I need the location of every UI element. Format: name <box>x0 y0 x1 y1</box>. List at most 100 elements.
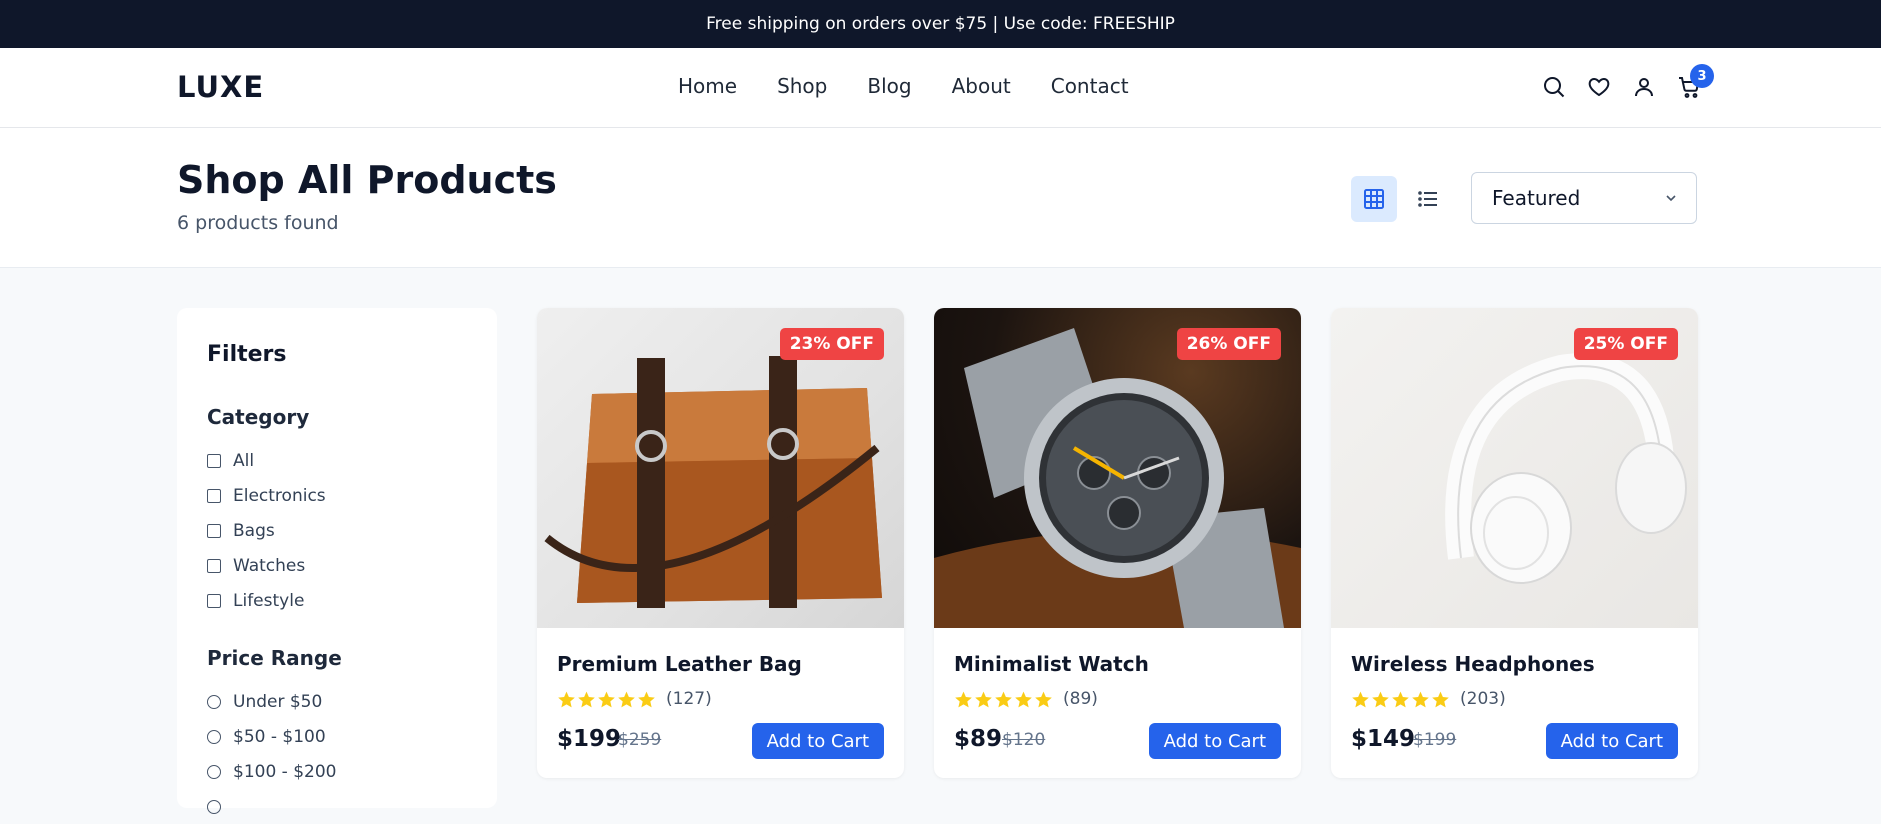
grid-view-button[interactable] <box>1351 176 1397 222</box>
category-option-lifestyle[interactable]: Lifestyle <box>207 583 467 618</box>
product-image[interactable]: 25% OFF <box>1331 308 1698 628</box>
review-count: (203) <box>1460 689 1506 709</box>
category-option-bags[interactable]: Bags <box>207 513 467 548</box>
original-price: $199 <box>1413 730 1457 750</box>
product-rating: (127) <box>557 689 712 709</box>
price-option-100-200[interactable]: $100 - $200 <box>207 754 467 789</box>
star-icon <box>955 691 972 707</box>
filters-sidebar: Filters Category All Electronics Bags Wa… <box>177 308 497 814</box>
discount-badge: 23% OFF <box>779 328 884 360</box>
review-count: (127) <box>666 689 712 709</box>
nav-link-home[interactable]: Home <box>678 74 737 98</box>
nav-link-about[interactable]: About <box>952 74 1011 98</box>
filters-title: Filters <box>207 342 287 367</box>
star-icon <box>1432 691 1449 707</box>
nav-link-shop[interactable]: Shop <box>777 74 827 98</box>
price-label: $100 - $200 <box>233 761 337 782</box>
star-icon <box>578 691 595 707</box>
cart-icon[interactable]: 3 <box>1676 64 1714 100</box>
category-label: All <box>233 450 255 471</box>
list-view-button[interactable] <box>1405 176 1451 222</box>
product-image[interactable]: 23% OFF <box>537 308 904 628</box>
logo[interactable]: LUXE <box>177 70 264 104</box>
product-card[interactable]: 23% OFF Premium Leather Bag (127) $199 $… <box>537 308 904 778</box>
search-icon[interactable] <box>1541 74 1567 100</box>
star-icon <box>975 691 992 707</box>
star-icon <box>1372 691 1389 707</box>
nav-links: Home Shop Blog About Contact <box>678 74 1129 98</box>
add-to-cart-button[interactable]: Add to Cart <box>1148 723 1281 759</box>
discount-badge: 25% OFF <box>1573 328 1678 360</box>
category-option-all[interactable]: All <box>207 443 467 478</box>
checkbox[interactable] <box>207 453 221 468</box>
checkbox[interactable] <box>207 593 221 608</box>
grid-icon <box>1364 189 1384 209</box>
category-label: Bags <box>233 520 275 541</box>
radio[interactable] <box>207 799 221 814</box>
star-icon <box>1035 691 1052 707</box>
star-icon <box>995 691 1012 707</box>
list-icon <box>1418 191 1437 207</box>
chevron-down-icon <box>1666 195 1676 202</box>
price-range-heading: Price Range <box>207 646 342 670</box>
radio[interactable] <box>207 729 221 744</box>
category-option-watches[interactable]: Watches <box>207 548 467 583</box>
product-price: $149 <box>1351 726 1416 752</box>
cart-count-badge: 3 <box>1690 64 1714 88</box>
price-option-under-50[interactable]: Under $50 <box>207 684 467 719</box>
category-option-electronics[interactable]: Electronics <box>207 478 467 513</box>
category-label: Watches <box>233 555 306 576</box>
star-rating <box>1351 690 1450 709</box>
sort-select[interactable]: Featured <box>1471 172 1697 224</box>
product-price: $199 <box>557 726 622 752</box>
product-name[interactable]: Premium Leather Bag <box>557 652 802 676</box>
add-to-cart-button[interactable]: Add to Cart <box>1545 723 1678 759</box>
product-card[interactable]: 25% OFF Wireless Headphones (203) $149 $… <box>1331 308 1698 778</box>
star-icon <box>1392 691 1409 707</box>
page-header: Shop All Products 6 products found Featu… <box>0 128 1881 268</box>
discount-badge: 26% OFF <box>1176 328 1281 360</box>
category-label: Lifestyle <box>233 590 305 611</box>
star-icon <box>1352 691 1369 707</box>
heart-icon[interactable] <box>1586 74 1612 100</box>
navbar: LUXE Home Shop Blog About Contact 3 <box>0 48 1881 128</box>
original-price: $120 <box>1002 730 1046 750</box>
star-rating <box>954 690 1053 709</box>
product-rating: (89) <box>954 689 1098 709</box>
star-icon <box>598 691 615 707</box>
original-price: $259 <box>618 730 662 750</box>
sort-value: Featured <box>1492 186 1581 210</box>
product-rating: (203) <box>1351 689 1506 709</box>
nav-icons: 3 <box>1541 64 1714 100</box>
star-icon <box>558 691 575 707</box>
star-icon <box>1412 691 1429 707</box>
star-icon <box>618 691 635 707</box>
category-label: Electronics <box>233 485 326 506</box>
checkbox[interactable] <box>207 488 221 503</box>
products-found-count: 6 products found <box>177 212 339 234</box>
product-card[interactable]: 26% OFF Minimalist Watch (89) $89 $120 A… <box>934 308 1301 778</box>
star-rating <box>557 690 656 709</box>
category-heading: Category <box>207 405 310 429</box>
nav-link-blog[interactable]: Blog <box>867 74 911 98</box>
checkbox[interactable] <box>207 558 221 573</box>
announcement-bar: Free shipping on orders over $75 | Use c… <box>0 0 1881 48</box>
announcement-text: Free shipping on orders over $75 | Use c… <box>706 14 1175 34</box>
price-label: Under $50 <box>233 691 323 712</box>
review-count: (89) <box>1063 689 1098 709</box>
price-option-50-100[interactable]: $50 - $100 <box>207 719 467 754</box>
price-option-more[interactable] <box>207 789 467 824</box>
add-to-cart-button[interactable]: Add to Cart <box>751 723 884 759</box>
price-label: $50 - $100 <box>233 726 326 747</box>
radio[interactable] <box>207 694 221 709</box>
radio[interactable] <box>207 764 221 779</box>
product-price: $89 <box>954 726 1003 752</box>
product-name[interactable]: Minimalist Watch <box>954 652 1149 676</box>
product-name[interactable]: Wireless Headphones <box>1351 652 1595 676</box>
checkbox[interactable] <box>207 523 221 538</box>
star-icon <box>638 691 655 707</box>
product-image[interactable]: 26% OFF <box>934 308 1301 628</box>
star-icon <box>1015 691 1032 707</box>
user-icon[interactable] <box>1631 74 1657 100</box>
nav-link-contact[interactable]: Contact <box>1051 74 1129 98</box>
